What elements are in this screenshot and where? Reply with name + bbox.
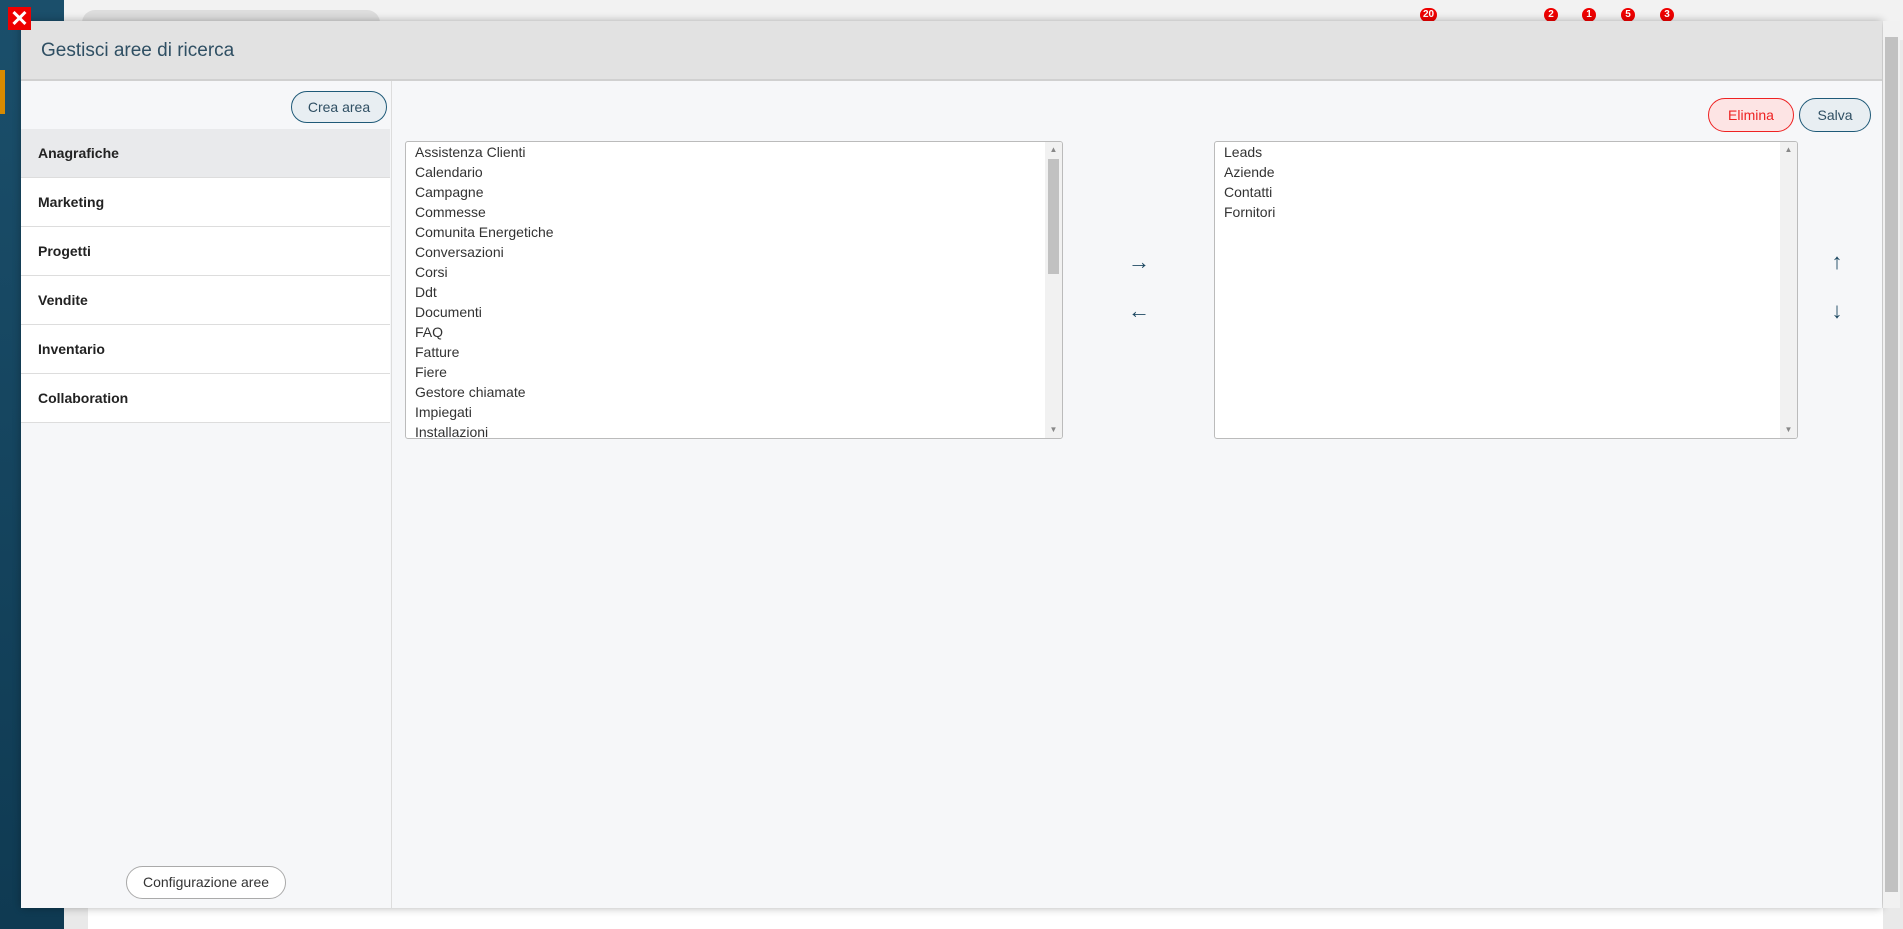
list-item[interactable]: Leads	[1215, 142, 1797, 162]
area-item[interactable]: Anagrafiche	[21, 129, 390, 178]
list-item[interactable]: Assistenza Clienti	[406, 142, 1062, 162]
scroll-up-icon[interactable]: ▲	[1045, 142, 1062, 158]
scroll-thumb[interactable]	[1885, 37, 1898, 892]
area-item[interactable]: Collaboration	[21, 374, 390, 423]
list-item[interactable]: Conversazioni	[406, 242, 1062, 262]
list-item[interactable]: Comunita Energetiche	[406, 222, 1062, 242]
list-item[interactable]: Aziende	[1215, 162, 1797, 182]
area-item[interactable]: Marketing	[21, 178, 390, 227]
notification-badge[interactable]: 20	[1420, 8, 1438, 22]
move-right-arrow-icon[interactable]: →	[1127, 249, 1151, 275]
list-item[interactable]: Impiegati	[406, 402, 1062, 422]
areas-sidebar: Crea area Anagrafiche Marketing Progetti Ve…	[21, 81, 392, 908]
close-icon[interactable]: ✕	[8, 7, 31, 30]
selected-modules-list[interactable]: Leads Aziende Contatti Fornitori ▲ ▼	[1214, 141, 1798, 439]
list-item[interactable]: Fiere	[406, 362, 1062, 382]
notification-badge[interactable]: 5	[1621, 8, 1635, 22]
save-button[interactable]: Salva	[1799, 98, 1871, 132]
scroll-down-icon[interactable]: ▼	[1045, 422, 1062, 438]
scrollbar[interactable]: ▲ ▼	[1780, 142, 1797, 438]
active-indicator	[0, 70, 5, 114]
notification-badge[interactable]: 3	[1660, 8, 1674, 22]
list-item[interactable]: Fornitori	[1215, 202, 1797, 222]
area-item[interactable]: Vendite	[21, 276, 390, 325]
manage-search-areas-modal: Gestisci aree di ricerca Crea area Anagr…	[21, 21, 1882, 908]
notification-badge[interactable]: 1	[1582, 8, 1596, 22]
list-item[interactable]: Contatti	[1215, 182, 1797, 202]
modal-title: Gestisci aree di ricerca	[21, 21, 1882, 81]
available-modules-list[interactable]: Assistenza Clienti Calendario Campagne Comm…	[405, 141, 1063, 439]
notification-badge[interactable]: 2	[1544, 8, 1558, 22]
delete-button[interactable]: Elimina	[1708, 98, 1794, 132]
move-down-arrow-icon[interactable]: ↓	[1825, 298, 1849, 324]
list-item[interactable]: Fatture	[406, 342, 1062, 362]
scroll-down-icon[interactable]: ▼	[1780, 422, 1797, 438]
scroll-up-icon[interactable]: ▲	[1780, 142, 1797, 158]
configure-areas-button[interactable]: Configurazione aree	[126, 866, 286, 899]
list-item[interactable]: Documenti	[406, 302, 1062, 322]
list-item[interactable]: Campagne	[406, 182, 1062, 202]
list-item[interactable]: Ddt	[406, 282, 1062, 302]
move-left-arrow-icon[interactable]: ←	[1127, 298, 1151, 324]
page-content	[88, 908, 1883, 929]
list-item[interactable]: Installazioni	[406, 422, 1062, 438]
list-item[interactable]: Commesse	[406, 202, 1062, 222]
scrollbar[interactable]: ▲ ▼	[1045, 142, 1062, 438]
list-item[interactable]: Gestore chiamate	[406, 382, 1062, 402]
list-item[interactable]: Calendario	[406, 162, 1062, 182]
move-up-arrow-icon[interactable]: ↑	[1825, 249, 1849, 275]
list-item[interactable]: FAQ	[406, 322, 1062, 342]
create-area-button[interactable]: Crea area	[291, 91, 387, 123]
scroll-thumb[interactable]	[1048, 159, 1059, 274]
area-item[interactable]: Inventario	[21, 325, 390, 374]
modal-scrollbar[interactable]	[1883, 21, 1900, 908]
area-item[interactable]: Progetti	[21, 227, 390, 276]
list-item[interactable]: Corsi	[406, 262, 1062, 282]
